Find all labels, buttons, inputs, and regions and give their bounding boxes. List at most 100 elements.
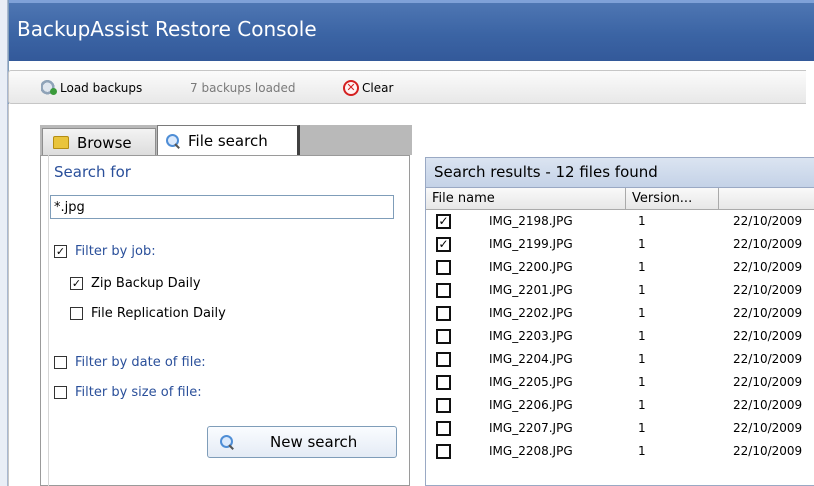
row-file-name: IMG_2203.JPG xyxy=(489,329,573,343)
filter-by-job-checkbox[interactable]: ✓ xyxy=(54,245,67,258)
table-row[interactable]: IMG_2200.JPG 1 22/10/2009 xyxy=(426,256,814,279)
filter-by-job-label: Filter by job: xyxy=(75,244,156,259)
row-version: 1 xyxy=(638,214,646,228)
search-icon xyxy=(220,435,234,449)
row-date: 22/10/2009 xyxy=(733,214,803,228)
job-row-file-replication[interactable]: File Replication Daily xyxy=(70,306,226,321)
row-version: 1 xyxy=(638,306,646,320)
table-row[interactable]: IMG_2201.JPG 1 22/10/2009 xyxy=(426,279,814,302)
search-input[interactable] xyxy=(50,195,394,219)
row-file-name: IMG_2204.JPG xyxy=(489,352,573,366)
row-version: 1 xyxy=(638,398,646,412)
tab-browse[interactable]: Browse xyxy=(42,128,156,156)
results-column-headers: File name Version... xyxy=(426,188,814,210)
job-file-replication-checkbox[interactable] xyxy=(70,307,83,320)
table-row[interactable]: IMG_2202.JPG 1 22/10/2009 xyxy=(426,302,814,325)
results-header: Search results - 12 files found xyxy=(426,158,814,188)
table-row[interactable]: IMG_2208.JPG 1 22/10/2009 xyxy=(426,440,814,463)
job-file-replication-label: File Replication Daily xyxy=(91,306,226,321)
row-version: 1 xyxy=(638,260,646,274)
row-checkbox[interactable] xyxy=(436,375,451,390)
row-version: 1 xyxy=(638,421,646,435)
table-row[interactable]: IMG_2205.JPG 1 22/10/2009 xyxy=(426,371,814,394)
filter-by-date-row[interactable]: Filter by date of file: xyxy=(54,355,206,370)
row-date: 22/10/2009 xyxy=(733,444,803,458)
row-file-name: IMG_2200.JPG xyxy=(489,260,573,274)
tab-file-search-label: File search xyxy=(188,132,268,150)
tab-file-search[interactable]: File search xyxy=(157,125,300,156)
results-list: ✓ IMG_2198.JPG 1 22/10/2009 ✓ IMG_2199.JPG 1 22… xyxy=(426,210,814,463)
search-icon xyxy=(166,134,180,148)
filter-by-job-row[interactable]: ✓ Filter by job: xyxy=(54,244,156,259)
row-date: 22/10/2009 xyxy=(733,398,803,412)
row-version: 1 xyxy=(638,375,646,389)
column-date[interactable] xyxy=(719,188,814,210)
row-date: 22/10/2009 xyxy=(733,306,803,320)
row-checkbox[interactable] xyxy=(436,306,451,321)
toolbar: Load backups 7 backups loaded ✕ Clear xyxy=(8,70,806,104)
clear-icon: ✕ xyxy=(343,80,359,96)
filter-by-size-row[interactable]: Filter by size of file: xyxy=(54,385,202,400)
row-file-name: IMG_2208.JPG xyxy=(489,444,573,458)
table-row[interactable]: IMG_2204.JPG 1 22/10/2009 xyxy=(426,348,814,371)
filter-by-date-label: Filter by date of file: xyxy=(75,355,206,370)
row-date: 22/10/2009 xyxy=(733,352,803,366)
load-backups-icon xyxy=(41,80,57,96)
row-file-name: IMG_2205.JPG xyxy=(489,375,573,389)
row-version: 1 xyxy=(638,444,646,458)
job-zip-backup-label: Zip Backup Daily xyxy=(91,276,201,291)
filter-by-size-checkbox[interactable] xyxy=(54,386,67,399)
row-file-name: IMG_2207.JPG xyxy=(489,421,573,435)
row-file-name: IMG_2198.JPG xyxy=(489,214,573,228)
row-date: 22/10/2009 xyxy=(733,237,803,251)
row-file-name: IMG_2199.JPG xyxy=(489,237,573,251)
row-checkbox[interactable] xyxy=(436,283,451,298)
row-date: 22/10/2009 xyxy=(733,260,803,274)
row-checkbox[interactable]: ✓ xyxy=(436,214,451,229)
table-row[interactable]: IMG_2207.JPG 1 22/10/2009 xyxy=(426,417,814,440)
filter-by-date-checkbox[interactable] xyxy=(54,356,67,369)
row-checkbox[interactable] xyxy=(436,260,451,275)
row-date: 22/10/2009 xyxy=(733,283,803,297)
new-search-button[interactable]: New search xyxy=(207,426,397,458)
table-row[interactable]: ✓ IMG_2198.JPG 1 22/10/2009 xyxy=(426,210,814,233)
column-file-name[interactable]: File name xyxy=(426,188,626,210)
row-checkbox[interactable] xyxy=(436,329,451,344)
tab-strip: Browse File search xyxy=(40,125,412,156)
desktop-edge xyxy=(0,0,8,486)
row-date: 22/10/2009 xyxy=(733,421,803,435)
folder-icon xyxy=(53,136,69,149)
tab-browse-label: Browse xyxy=(77,133,132,152)
table-row[interactable]: IMG_2206.JPG 1 22/10/2009 xyxy=(426,394,814,417)
row-version: 1 xyxy=(638,352,646,366)
panel-divider xyxy=(48,155,49,486)
row-checkbox[interactable]: ✓ xyxy=(436,237,451,252)
row-version: 1 xyxy=(638,283,646,297)
table-row[interactable]: IMG_2203.JPG 1 22/10/2009 xyxy=(426,325,814,348)
search-results-panel: Search results - 12 files found File nam… xyxy=(425,157,814,486)
column-version[interactable]: Version... xyxy=(626,188,719,210)
backups-loaded-status: 7 backups loaded xyxy=(190,81,296,95)
row-file-name: IMG_2206.JPG xyxy=(489,398,573,412)
row-checkbox[interactable] xyxy=(436,398,451,413)
load-backups-label: Load backups xyxy=(60,81,143,95)
search-for-label: Search for xyxy=(54,163,131,181)
table-row[interactable]: ✓ IMG_2199.JPG 1 22/10/2009 xyxy=(426,233,814,256)
row-version: 1 xyxy=(638,237,646,251)
title-bar[interactable]: BackupAssist Restore Console xyxy=(9,0,814,61)
row-file-name: IMG_2201.JPG xyxy=(489,283,573,297)
new-search-label: New search xyxy=(270,433,358,451)
window-title: BackupAssist Restore Console xyxy=(17,17,317,41)
row-file-name: IMG_2202.JPG xyxy=(489,306,573,320)
clear-button[interactable]: ✕ Clear xyxy=(343,79,393,97)
load-backups-button[interactable]: Load backups xyxy=(41,79,142,97)
row-date: 22/10/2009 xyxy=(733,329,803,343)
row-checkbox[interactable] xyxy=(436,421,451,436)
clear-label: Clear xyxy=(362,81,394,95)
filter-by-size-label: Filter by size of file: xyxy=(75,385,202,400)
row-checkbox[interactable] xyxy=(436,352,451,367)
job-row-zip-backup[interactable]: ✓ Zip Backup Daily xyxy=(70,276,201,291)
row-version: 1 xyxy=(638,329,646,343)
row-checkbox[interactable] xyxy=(436,444,451,459)
job-zip-backup-checkbox[interactable]: ✓ xyxy=(70,277,83,290)
